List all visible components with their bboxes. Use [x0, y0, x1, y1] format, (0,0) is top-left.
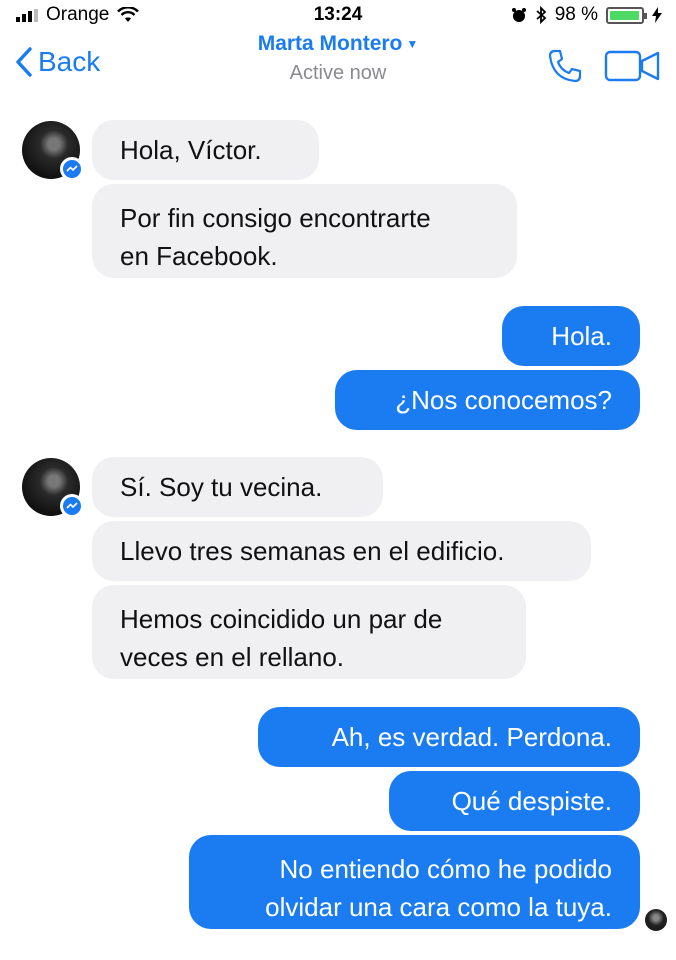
caret-down-icon: ▼ — [406, 37, 419, 52]
message-text: Qué despiste. — [451, 786, 612, 816]
bluetooth-icon — [536, 6, 547, 24]
message-bubble[interactable]: Hemos coincidido un par de veces en el r… — [92, 585, 526, 679]
message-text: Hola. — [551, 321, 612, 351]
status-right: 98 % — [511, 4, 662, 26]
message-text: en Facebook. — [120, 241, 278, 271]
status-bar: Orange 13:24 98 % — [0, 0, 676, 30]
contact-name: Marta Montero — [257, 32, 403, 55]
message-text: veces en el rellano. — [120, 642, 345, 672]
message-bubble[interactable]: Llevo tres semanas en el edificio. — [92, 521, 591, 581]
message-text: Ah, es verdad. Perdona. — [331, 722, 612, 752]
conversation-header: Back Marta Montero ▼ Active now — [0, 30, 676, 102]
message-text: Por fin consigo encontrarte — [120, 203, 431, 233]
message-text: Hola, Víctor. — [120, 135, 262, 165]
alarm-icon — [511, 8, 526, 22]
message-text: No entiendo cómo he podido — [279, 854, 612, 884]
message-bubble[interactable]: Hola, Víctor. — [92, 120, 319, 180]
contact-avatar[interactable] — [22, 121, 84, 181]
message-text: olvidar una cara como la tuya. — [265, 892, 612, 922]
battery-icon — [606, 6, 647, 24]
seen-indicator-avatar — [645, 909, 667, 931]
message-bubble[interactable]: Ah, es verdad. Perdona. — [258, 707, 640, 767]
message-bubble[interactable]: Por fin consigo encontrarte en Facebook. — [92, 184, 517, 278]
message-bubble[interactable]: Hola. — [502, 306, 640, 366]
message-bubble[interactable]: ¿Nos conocemos? — [335, 370, 640, 430]
message-text: Sí. Soy tu vecina. — [120, 472, 323, 502]
phone-icon[interactable] — [547, 48, 583, 84]
message-bubble[interactable]: Sí. Soy tu vecina. — [92, 457, 383, 517]
video-icon[interactable] — [604, 50, 662, 82]
message-text: Hemos coincidido un par de — [120, 604, 443, 634]
contact-avatar[interactable] — [22, 458, 84, 518]
battery-percent: 98 % — [554, 4, 598, 25]
message-bubble[interactable]: Qué despiste. — [389, 771, 640, 831]
messenger-badge-icon — [60, 157, 84, 181]
message-bubble[interactable]: No entiendo cómo he podido olvidar una c… — [189, 835, 640, 929]
messenger-badge-icon — [60, 494, 84, 518]
charging-icon — [652, 7, 662, 23]
message-text: ¿Nos conocemos? — [395, 385, 612, 415]
message-text: Llevo tres semanas en el edificio. — [120, 536, 505, 566]
